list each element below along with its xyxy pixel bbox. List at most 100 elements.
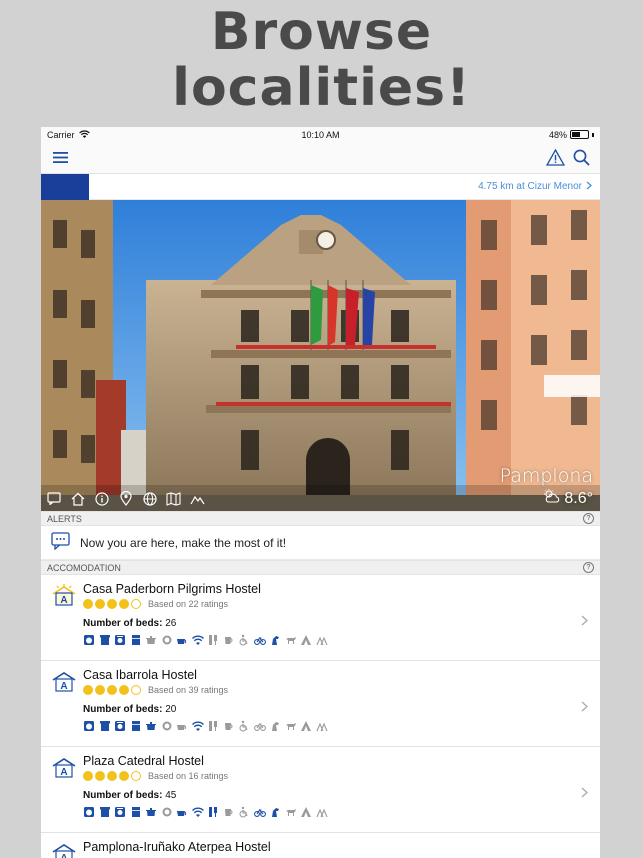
status-bar: Carrier 10:10 AM 48% [41,127,600,142]
svg-text:A: A [60,853,67,858]
rating-star-icon [95,599,105,609]
wifi-icon [191,634,204,646]
beds-count: 45 [165,790,177,801]
distance-text: 4.75 km at Cizur Menor [478,181,582,192]
chat-icon[interactable] [45,490,62,507]
dryer-icon [99,720,111,732]
map-pin-icon[interactable] [117,490,134,507]
coffee-icon [223,806,235,818]
hostel-name: Plaza Catedral Hostel [83,754,204,768]
pet-icon [285,806,297,818]
svg-text:A: A [60,681,67,692]
tent-icon [300,634,312,646]
rating-star-icon [83,599,93,609]
rating-star-icon [119,771,129,781]
meal-icon [161,720,173,732]
location-bar: 4.75 km at Cizur Menor [41,173,600,200]
hostel-item[interactable]: A Casa Ibarrola Hostel Based on 39 ratin… [41,661,600,747]
help-icon[interactable]: ? [583,562,594,573]
beds-count: 26 [165,618,177,629]
meal-icon [161,806,173,818]
mountain-icon[interactable] [189,490,206,507]
chevron-right-icon [586,181,592,193]
battery-icon [570,130,589,139]
hostel-logo-icon: A [52,756,76,783]
promo-title: Browse localities! [0,0,643,116]
hostel-item[interactable]: A Plaza Catedral Hostel Based on 16 rati… [41,747,600,833]
vending-icon [207,634,219,646]
distance-link[interactable]: 4.75 km at Cizur Menor [478,181,600,193]
city-hero-image[interactable]: Pamplona 8.6° [41,200,600,511]
horse-icon [269,634,281,646]
map-icon[interactable] [165,490,182,507]
washer-icon [83,634,95,646]
wheelchair-icon [238,806,250,818]
wifi-icon [191,806,204,818]
wifi-icon [78,129,90,140]
vending-icon [207,720,219,732]
chevron-right-icon [581,699,588,715]
hostel-item[interactable]: A Pamplona-Iruñako Aterpea Hostel [41,833,600,858]
rating-star-icon [119,685,129,695]
beds-label: Number of beds: [83,618,163,629]
amenity-list [83,634,328,646]
hostel-logo-icon: A [52,584,76,611]
hostel-list: A Casa Paderborn Pilgrims Hostel Based o… [41,575,600,858]
breakfast-icon [176,634,188,646]
accommodation-header: ACCOMODATION ? [41,560,600,575]
bicycle-icon [253,806,266,818]
home-icon[interactable] [69,490,86,507]
progress-indicator [41,173,89,200]
camping-icon [315,720,328,732]
accommodation-title: ACCOMODATION [47,562,121,573]
pet-icon [285,720,297,732]
warning-icon[interactable] [546,149,565,166]
hostel-item[interactable]: A Casa Paderborn Pilgrims Hostel Based o… [41,575,600,661]
status-time: 10:10 AM [301,129,340,140]
info-icon[interactable] [93,490,110,507]
rating-count: Based on 39 ratings [148,685,229,695]
tent-icon [300,806,312,818]
hostel-rating: Based on 22 ratings [83,599,228,609]
fridge-icon [130,720,142,732]
rating-star-icon [107,599,117,609]
breakfast-icon [176,720,188,732]
svg-text:A: A [60,595,67,606]
hostel-beds: Number of beds: 45 [83,790,176,801]
menu-icon[interactable] [53,151,68,164]
help-icon[interactable]: ? [583,513,594,524]
battery-percent: 48% [548,129,567,140]
bicycle-icon [253,634,266,646]
app-screen: Carrier 10:10 AM 48% 4.75 km at Cizur Me… [41,127,600,858]
rating-star-icon [131,599,141,609]
fridge-icon [130,634,142,646]
hero-toolbar [45,490,206,507]
wifi-icon [191,720,204,732]
amenity-list [83,720,328,732]
rating-star-icon [131,771,141,781]
promo-line-2: localities! [172,58,471,118]
dishwasher-icon [114,720,126,732]
hostel-name: Pamplona-Iruñako Aterpea Hostel [83,840,271,854]
svg-text:A: A [60,767,67,778]
amenity-list [83,806,328,818]
rating-count: Based on 22 ratings [148,599,229,609]
chevron-right-icon [581,785,588,801]
alerts-header: ALERTS ? [41,511,600,526]
alert-item[interactable]: Now you are here, make the most of it! [41,526,600,560]
search-icon[interactable] [573,149,590,166]
fridge-icon [130,806,142,818]
vending-icon [207,806,219,818]
hostel-rating: Based on 16 ratings [83,771,228,781]
cooking-pot-icon [145,806,157,818]
globe-icon[interactable] [141,490,158,507]
rating-star-icon [107,771,117,781]
dryer-icon [99,806,111,818]
hostel-logo-icon: A [52,842,76,858]
meal-icon [161,634,173,646]
promo-line-1: Browse [210,2,433,62]
horse-icon [269,806,281,818]
breakfast-icon [176,806,188,818]
rating-star-icon [131,685,141,695]
beds-count: 20 [165,704,177,715]
